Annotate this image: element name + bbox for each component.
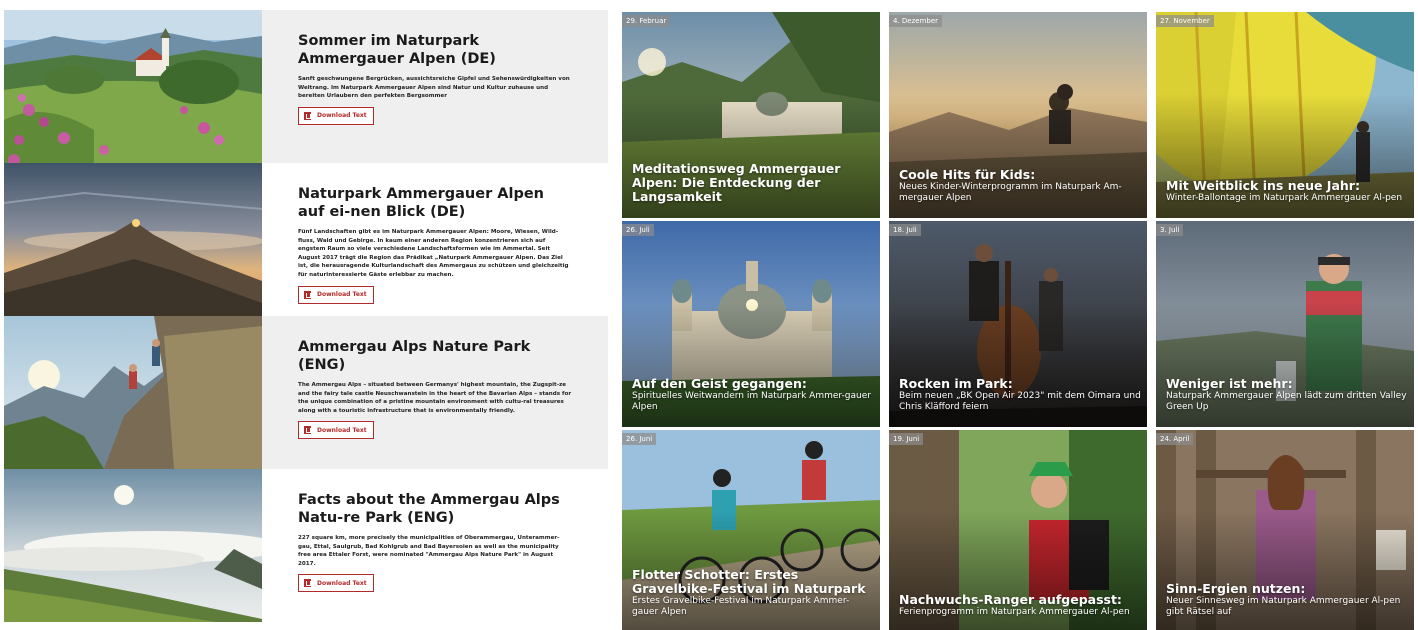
news-date: 26. Juli [622, 224, 654, 236]
news-card[interactable]: 24. April Sinn-Ergien nutzen: Neuer Sinn… [1156, 430, 1414, 630]
news-date: 3. Juli [1156, 224, 1184, 236]
news-subtitle: Winter-Ballontage im Naturpark Ammergaue… [1166, 193, 1403, 203]
news-card[interactable]: 18. Juli Rocken im Park: Beim neuen „BK … [889, 221, 1147, 427]
news-card[interactable]: 4. Dezember Coole Hits für Kids: Neues K… [889, 12, 1147, 218]
news-caption: Weniger ist mehr: Naturpark Ammergauer A… [1166, 377, 1408, 413]
news-date: 18. Juli [889, 224, 921, 236]
news-title: Weniger ist mehr: [1166, 376, 1293, 391]
news-subtitle: Beim neuen „BK Open Air 2023" mit dem Oi… [899, 391, 1141, 412]
news-date: 19. Juni [889, 433, 924, 445]
news-title: Flotter Schotter: Erstes Gravelbike-Fest… [632, 567, 866, 596]
download-thumbnail[interactable] [4, 469, 262, 622]
download-description: Sanft geschwungene Bergrücken, aussichts… [298, 76, 570, 100]
download-description: Fünf Landschaften gibt es im Naturpark A… [298, 229, 569, 278]
download-button-label: Download Text [317, 426, 367, 434]
pdf-icon [304, 290, 311, 299]
news-caption: Coole Hits für Kids: Neues Kinder-Winter… [899, 168, 1141, 204]
download-text-block: Facts about the Ammergau Alps Natu-re Pa… [262, 469, 608, 622]
news-caption: Nachwuchs-Ranger aufgepasst: Ferienprogr… [899, 593, 1141, 618]
news-date: 27. November [1156, 15, 1214, 27]
news-card[interactable]: 26. Juni Flotter Schotter: Erstes Gravel… [622, 430, 880, 630]
download-text-block: Sommer im Naturpark Ammergauer Alpen (DE… [262, 10, 608, 163]
news-subtitle: Neues Kinder-Winterprogramm im Naturpark… [899, 182, 1122, 203]
news-date: 29. Februar [622, 15, 671, 27]
news-card[interactable]: 19. Juni Nachwuchs-Ranger aufgepasst: Fe… [889, 430, 1147, 630]
news-subtitle: Naturpark Ammergauer Alpen lädt zum drit… [1166, 391, 1407, 412]
download-thumbnail[interactable] [4, 10, 262, 163]
news-card[interactable]: 26. Juli Auf den Geist gegangen: Spiritu… [622, 221, 880, 427]
pdf-icon [304, 111, 311, 120]
download-title: Facts about the Ammergau Alps Natu-re Pa… [298, 492, 560, 526]
download-description: The Ammergau Alps – situated between Ger… [298, 382, 572, 414]
news-title: Nachwuchs-Ranger aufgepasst: [899, 592, 1122, 607]
download-text-button[interactable]: Download Text [298, 574, 374, 593]
news-date: 4. Dezember [889, 15, 943, 27]
pdf-icon [304, 426, 311, 435]
news-subtitle: Neuer Sinnesweg im Naturpark Ammergauer … [1166, 596, 1401, 617]
download-text-button[interactable]: Download Text [298, 421, 374, 440]
news-title: Coole Hits für Kids: [899, 167, 1036, 182]
download-text-block: Naturpark Ammergauer Alpen auf ei-nen Bl… [262, 163, 608, 316]
download-text-button[interactable]: Download Text [298, 285, 374, 304]
download-item: Ammergau Alps Nature Park (ENG) The Amme… [4, 316, 608, 469]
download-button-label: Download Text [317, 291, 367, 299]
press-downloads-list: Sommer im Naturpark Ammergauer Alpen (DE… [4, 10, 608, 622]
news-title: Sinn-Ergien nutzen: [1166, 581, 1306, 596]
news-subtitle: Erstes Gravelbike-Festival im Naturpark … [632, 596, 850, 617]
news-grid: 29. Februar Meditationsweg Ammergauer Al… [622, 10, 1414, 630]
news-card[interactable]: 27. November Mit Weitblick ins neue Jahr… [1156, 12, 1414, 218]
news-date: 26. Juni [622, 433, 657, 445]
download-button-label: Download Text [317, 112, 367, 120]
news-caption: Rocken im Park: Beim neuen „BK Open Air … [899, 377, 1141, 413]
download-description: 227 square km, more precisely the munici… [298, 535, 560, 567]
download-item: Sommer im Naturpark Ammergauer Alpen (DE… [4, 10, 608, 163]
download-thumbnail[interactable] [4, 316, 262, 469]
download-thumbnail[interactable] [4, 163, 262, 316]
news-subtitle: Ferienprogramm im Naturpark Ammergauer A… [899, 607, 1130, 617]
pdf-icon [304, 579, 311, 588]
news-caption: Auf den Geist gegangen: Spirituelles Wei… [632, 377, 874, 413]
news-caption: Mit Weitblick ins neue Jahr: Winter-Ball… [1166, 179, 1408, 204]
news-card[interactable]: 3. Juli Weniger ist mehr: Naturpark Amme… [1156, 221, 1414, 427]
news-title: Rocken im Park: [899, 376, 1013, 391]
download-item: Naturpark Ammergauer Alpen auf ei-nen Bl… [4, 163, 608, 316]
download-item: Facts about the Ammergau Alps Natu-re Pa… [4, 469, 608, 622]
news-title: Auf den Geist gegangen: [632, 376, 807, 391]
download-text-block: Ammergau Alps Nature Park (ENG) The Amme… [262, 316, 608, 469]
news-caption: Meditationsweg Ammergauer Alpen: Die Ent… [632, 162, 874, 204]
news-caption: Sinn-Ergien nutzen: Neuer Sinnesweg im N… [1166, 582, 1408, 618]
news-caption: Flotter Schotter: Erstes Gravelbike-Fest… [632, 568, 874, 618]
download-text-button[interactable]: Download Text [298, 106, 374, 125]
download-button-label: Download Text [317, 579, 367, 587]
download-title: Sommer im Naturpark Ammergauer Alpen (DE… [298, 33, 496, 67]
news-date: 24. April [1156, 433, 1194, 445]
news-card[interactable]: 29. Februar Meditationsweg Ammergauer Al… [622, 12, 880, 218]
download-title: Naturpark Ammergauer Alpen auf ei-nen Bl… [298, 186, 545, 220]
news-title: Meditationsweg Ammergauer Alpen: Die Ent… [632, 161, 841, 204]
news-subtitle: Spirituelles Weitwandern im Naturpark Am… [632, 391, 871, 412]
download-title: Ammergau Alps Nature Park (ENG) [298, 339, 531, 373]
news-title: Mit Weitblick ins neue Jahr: [1166, 178, 1360, 193]
